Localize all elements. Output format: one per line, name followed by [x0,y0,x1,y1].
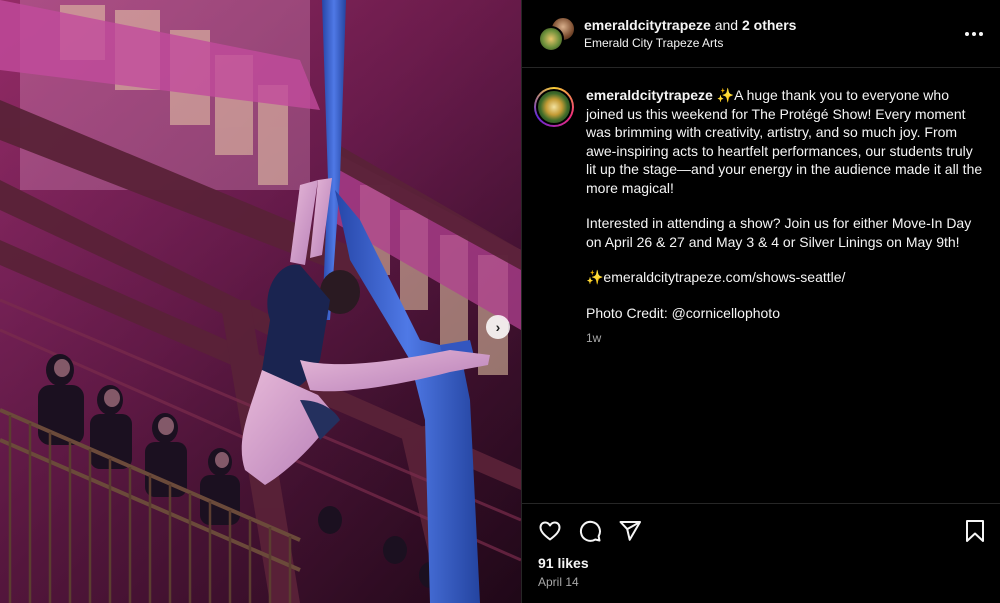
more-options-button[interactable] [964,24,984,44]
collab-avatars[interactable] [536,14,576,54]
header-text: emeraldcitytrapeze and 2 others Emerald … [584,17,796,50]
caption-paragraph-1: emeraldcitytrapeze ✨A huge thank you to … [586,86,986,197]
aerial-silks-photo [0,0,521,603]
chevron-right-icon: › [495,319,501,335]
caption-avatar[interactable] [534,87,574,127]
likes-count[interactable]: 91 likes [538,555,986,571]
share-icon[interactable] [618,519,642,543]
post-photo: › [0,0,521,603]
header-subtitle[interactable]: Emerald City Trapeze Arts [584,36,796,50]
avatar [538,25,564,52]
caption-area: emeraldcitytrapeze ✨A huge thank you to … [522,68,1000,503]
author-username-link[interactable]: emeraldcitytrapeze [584,17,711,33]
bookmark-icon[interactable] [964,519,986,548]
comment-icon[interactable] [578,519,602,543]
post-date: April 14 [538,575,579,589]
action-icons-row [538,516,986,546]
post-header: emeraldcitytrapeze and 2 others Emerald … [522,0,1000,68]
next-photo-button[interactable]: › [486,315,510,339]
caption-paragraph-2: Interested in attending a show? Join us … [586,215,972,250]
caption-photo-credit: Photo Credit: @cornicellophoto [586,304,780,321]
header-authors: emeraldcitytrapeze and 2 others [584,17,796,33]
instagram-post-view: › emeraldcitytrapeze and 2 others Emeral… [0,0,1000,603]
caption-text-1: ✨A huge thank you to everyone who joined… [586,87,983,196]
others-link[interactable]: 2 others [742,17,796,33]
caption-link[interactable]: ✨emeraldcitytrapeze.com/shows-seattle/ [586,268,986,287]
caption-body: emeraldcitytrapeze ✨A huge thank you to … [586,86,986,503]
post-actions: 91 likes April 14 [522,503,1000,603]
post-details-panel: emeraldcitytrapeze and 2 others Emerald … [521,0,1000,603]
caption-timestamp: 1w [586,331,602,345]
and-text: and [714,17,739,33]
more-icon [965,32,983,36]
heart-icon[interactable] [538,519,562,543]
caption-username-link[interactable]: emeraldcitytrapeze [586,87,713,103]
